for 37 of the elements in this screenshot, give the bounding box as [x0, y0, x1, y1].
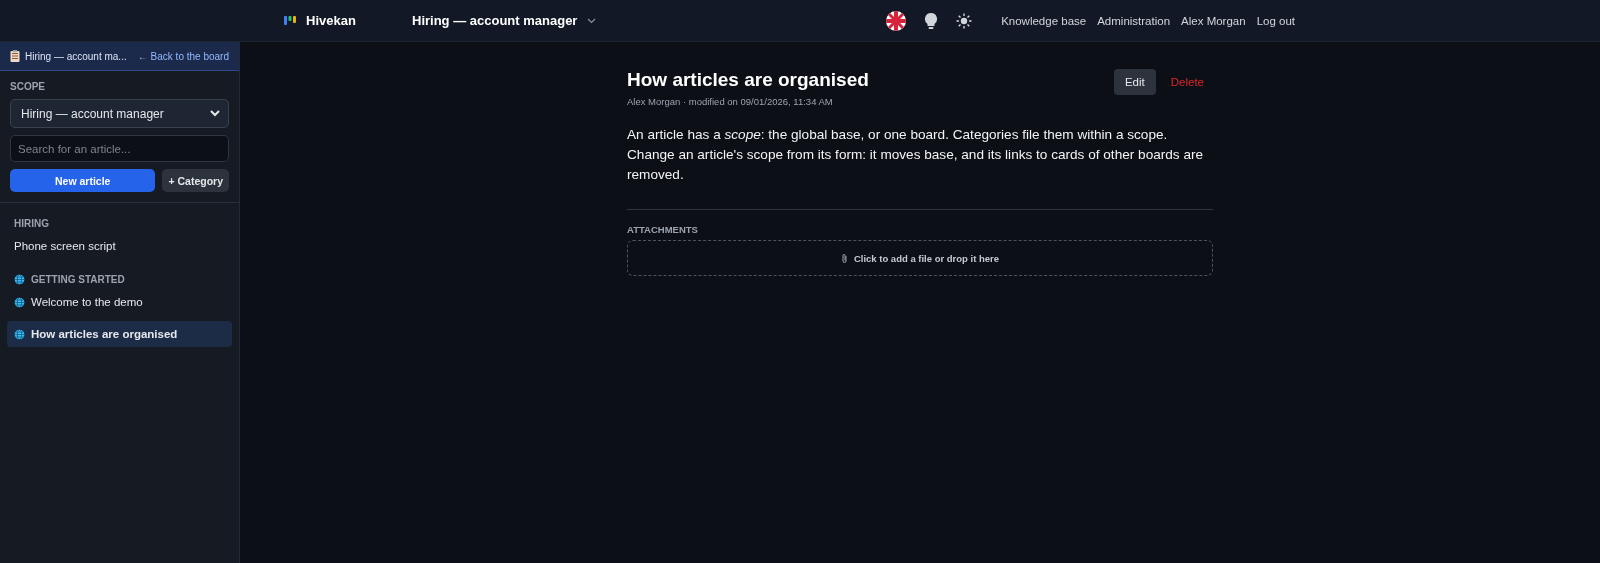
sun-icon[interactable]	[956, 12, 973, 29]
chevron-icon	[210, 110, 220, 117]
board-selector[interactable]: Hiring — account manager	[412, 13, 597, 28]
article-item[interactable]: How articles are organised	[7, 321, 232, 347]
globe-icon	[14, 328, 25, 340]
search-field[interactable]: Search for an article...	[10, 135, 229, 162]
article-meta: Alex Morgan · modified on 09/01/2026, 11:34 AM	[627, 96, 834, 107]
nav-link[interactable]: Alex Morgan	[1181, 14, 1246, 27]
article-item[interactable]: Phone screen script	[7, 233, 232, 259]
scope-select[interactable]: Hiring — account manager	[10, 99, 229, 128]
file-dropzone[interactable]: Click to add a file or drop it here	[627, 240, 1213, 276]
delete-button[interactable]: Delete	[1161, 69, 1213, 95]
category-heading: GETTING STARTED	[31, 273, 125, 285]
nav-link[interactable]: Knowledge base	[1001, 14, 1087, 27]
paperclip-icon	[840, 252, 848, 264]
nav-link[interactable]: Log out	[1256, 14, 1295, 27]
article-item[interactable]: Welcome to the demo	[7, 289, 232, 315]
flag-icon[interactable]	[886, 10, 907, 31]
globe-icon	[14, 296, 25, 308]
nav-link[interactable]: Administration	[1097, 14, 1171, 27]
clipboard-icon	[10, 50, 20, 62]
edit-button[interactable]: Edit	[1113, 69, 1156, 95]
new-article-button[interactable]: New article	[10, 169, 156, 192]
article-paragraph: An article has a scope: the global base, or one board. Categories file them within a scope.	[627, 126, 1169, 144]
globe-icon	[14, 273, 25, 285]
lightbulb-icon[interactable]	[924, 11, 939, 30]
attachments-label: ATTACHMENTS	[627, 224, 699, 235]
app-name[interactable]: Hivekan	[306, 13, 356, 28]
logo-icon	[284, 15, 296, 26]
article-title: How articles are organised	[627, 69, 869, 91]
add-category-button[interactable]: + Category	[162, 169, 229, 192]
category-heading: HIRING	[14, 217, 49, 229]
back-link[interactable]: ← Back to the board	[137, 50, 229, 62]
board-name: Hiring — account ma...	[25, 50, 128, 62]
article-paragraph: Change an article's scope from its form: it moves base, and its links to cards of other boards are removed.	[627, 146, 1205, 184]
chevron-icon	[587, 17, 597, 24]
scope-label: SCOPE	[10, 81, 46, 92]
